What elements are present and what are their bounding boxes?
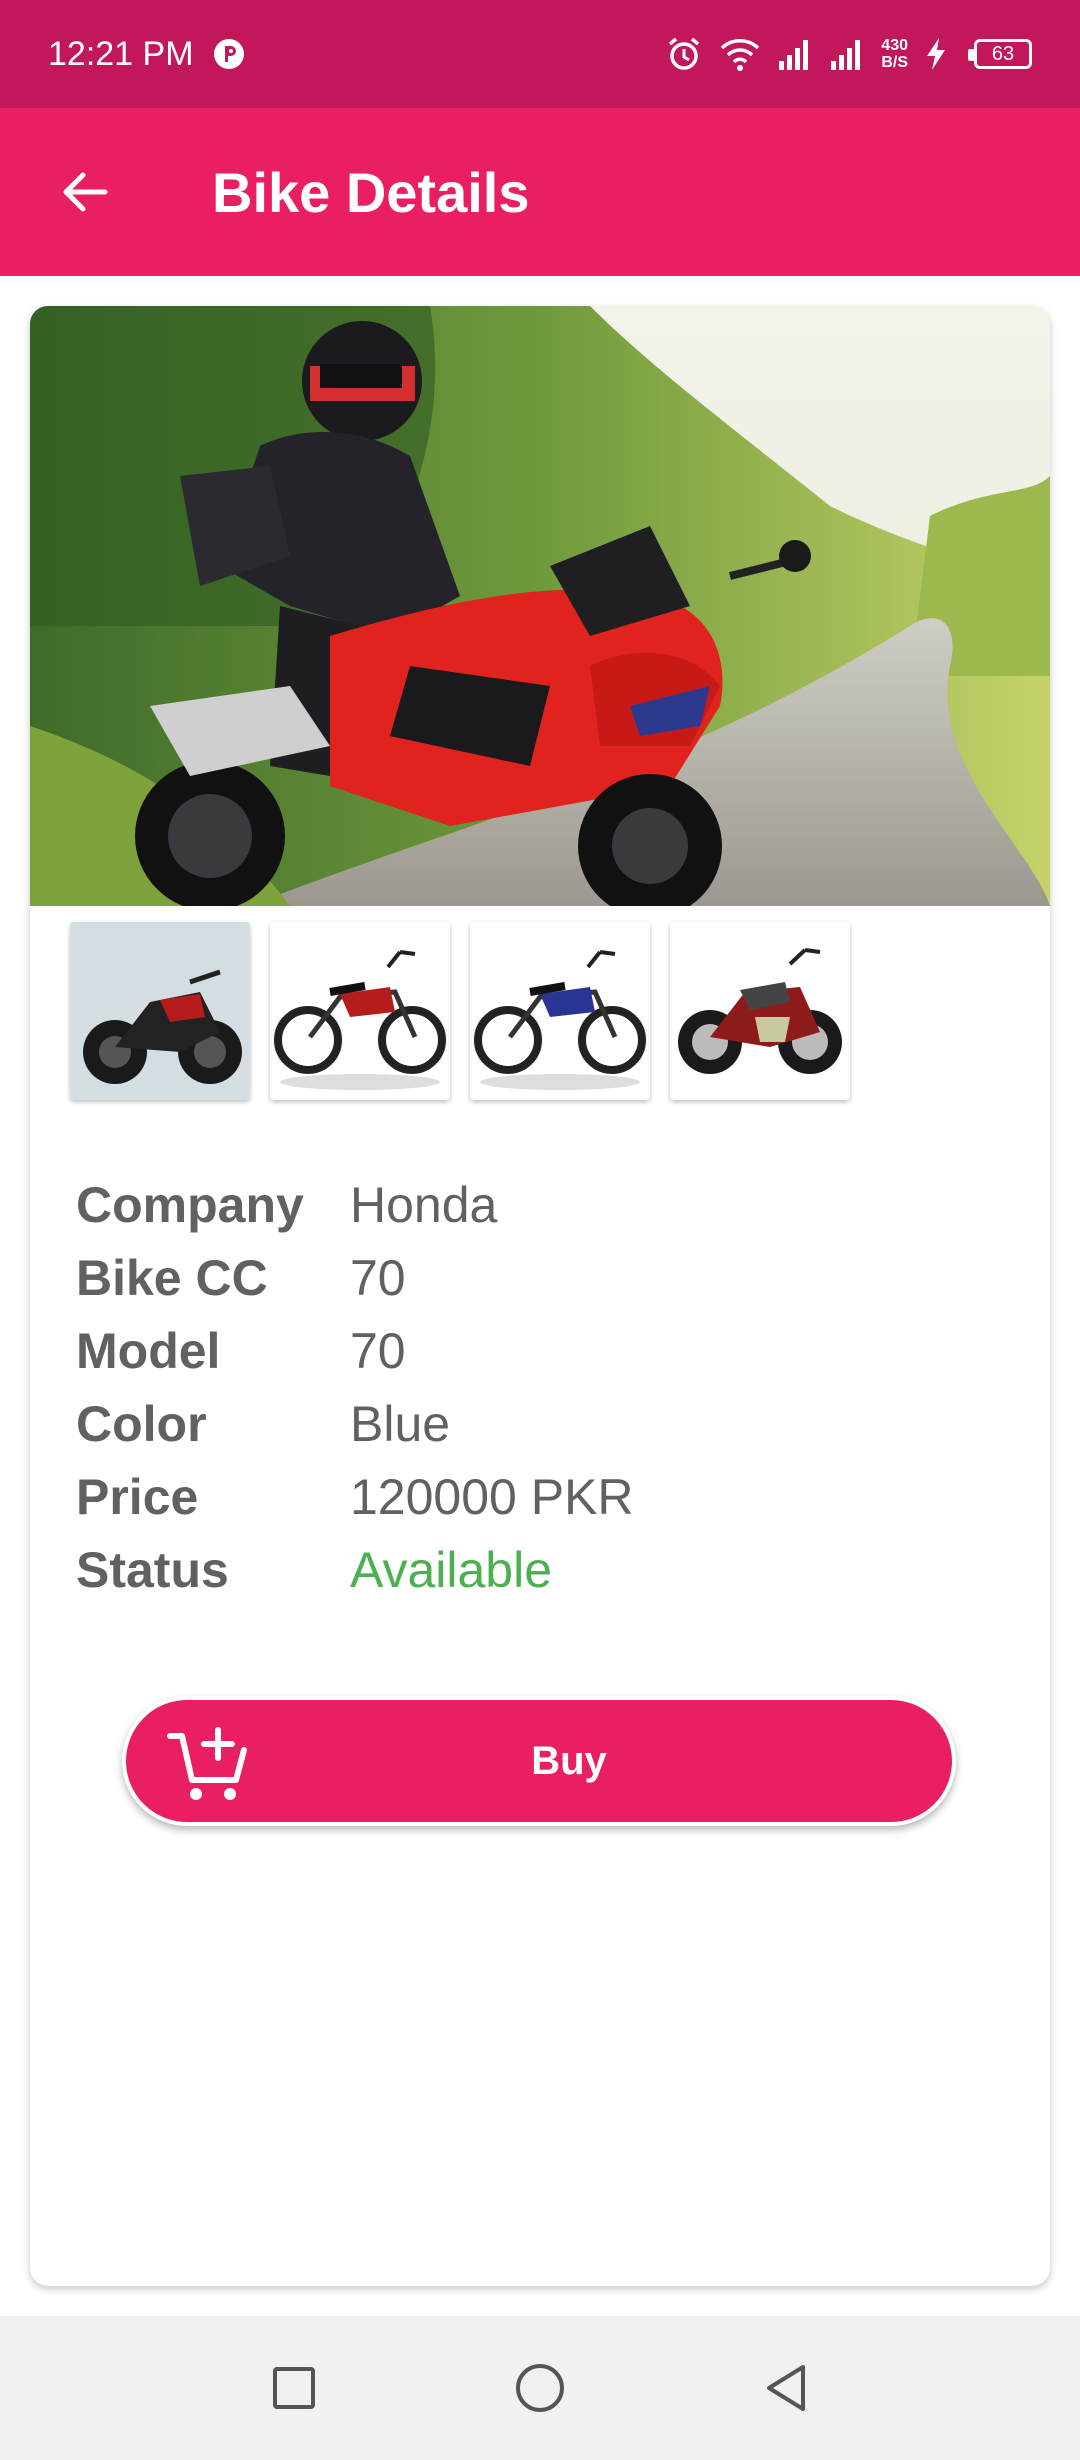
detail-label: Company bbox=[76, 1176, 304, 1233]
page-title: Bike Details bbox=[212, 160, 530, 224]
app-notification-icon bbox=[212, 37, 246, 71]
status-bar: 12:21 PM 430 B/S 63 bbox=[0, 0, 1080, 108]
detail-row-bike-cc: Bike CC 70 bbox=[76, 1241, 634, 1314]
system-nav-bar bbox=[0, 2316, 1080, 2460]
detail-value: Blue bbox=[350, 1395, 451, 1452]
bike-main-image bbox=[30, 306, 1050, 906]
detail-row-status: Status Available bbox=[76, 1533, 634, 1606]
detail-row-model: Model 70 bbox=[76, 1314, 634, 1387]
alarm-icon bbox=[665, 35, 703, 73]
detail-row-price: Price 120000 PKR bbox=[76, 1460, 634, 1533]
battery-level: 63 bbox=[991, 42, 1015, 65]
back-triangle-icon[interactable] bbox=[756, 2358, 816, 2418]
thumbnail-strip bbox=[70, 922, 850, 1100]
recents-square-icon[interactable] bbox=[264, 2358, 324, 2418]
add-shopping-cart-icon bbox=[166, 1722, 252, 1813]
wifi-icon bbox=[719, 36, 761, 72]
status-value: Available bbox=[350, 1541, 553, 1598]
detail-row-company: Company Honda bbox=[76, 1168, 634, 1241]
bike-details-list: Company Honda Bike CC 70 Model 70 Color … bbox=[76, 1168, 634, 1606]
charging-icon bbox=[924, 37, 948, 71]
detail-row-color: Color Blue bbox=[76, 1387, 634, 1460]
thumbnail-image[interactable] bbox=[70, 922, 250, 1100]
bike-details-card: Company Honda Bike CC 70 Model 70 Color … bbox=[30, 306, 1050, 2286]
thumbnail-image[interactable] bbox=[470, 922, 650, 1100]
detail-label: Color bbox=[76, 1395, 207, 1452]
detail-value: 70 bbox=[350, 1249, 406, 1306]
thumbnail-image[interactable] bbox=[270, 922, 450, 1100]
detail-label: Price bbox=[76, 1468, 199, 1525]
buy-button[interactable]: Buy bbox=[122, 1696, 956, 1826]
signal-icon bbox=[777, 37, 813, 71]
detail-label: Status bbox=[76, 1541, 229, 1598]
detail-value: 70 bbox=[350, 1322, 406, 1379]
signal-icon bbox=[829, 37, 865, 71]
detail-label: Model bbox=[76, 1322, 221, 1379]
home-circle-icon[interactable] bbox=[510, 2358, 570, 2418]
detail-value: Honda bbox=[350, 1176, 498, 1233]
detail-value: 120000 PKR bbox=[350, 1468, 634, 1525]
network-speed-unit: B/S bbox=[881, 54, 908, 71]
detail-label: Bike CC bbox=[76, 1249, 268, 1306]
arrow-back-icon bbox=[63, 172, 108, 212]
status-time: 12:21 PM bbox=[48, 34, 194, 73]
app-bar: Bike Details bbox=[0, 108, 1080, 276]
network-speed-value: 430 bbox=[881, 37, 908, 54]
back-button[interactable] bbox=[40, 147, 130, 237]
battery-icon: 63 bbox=[968, 39, 1032, 69]
network-speed: 430 B/S bbox=[881, 37, 908, 71]
thumbnail-image[interactable] bbox=[670, 922, 850, 1100]
